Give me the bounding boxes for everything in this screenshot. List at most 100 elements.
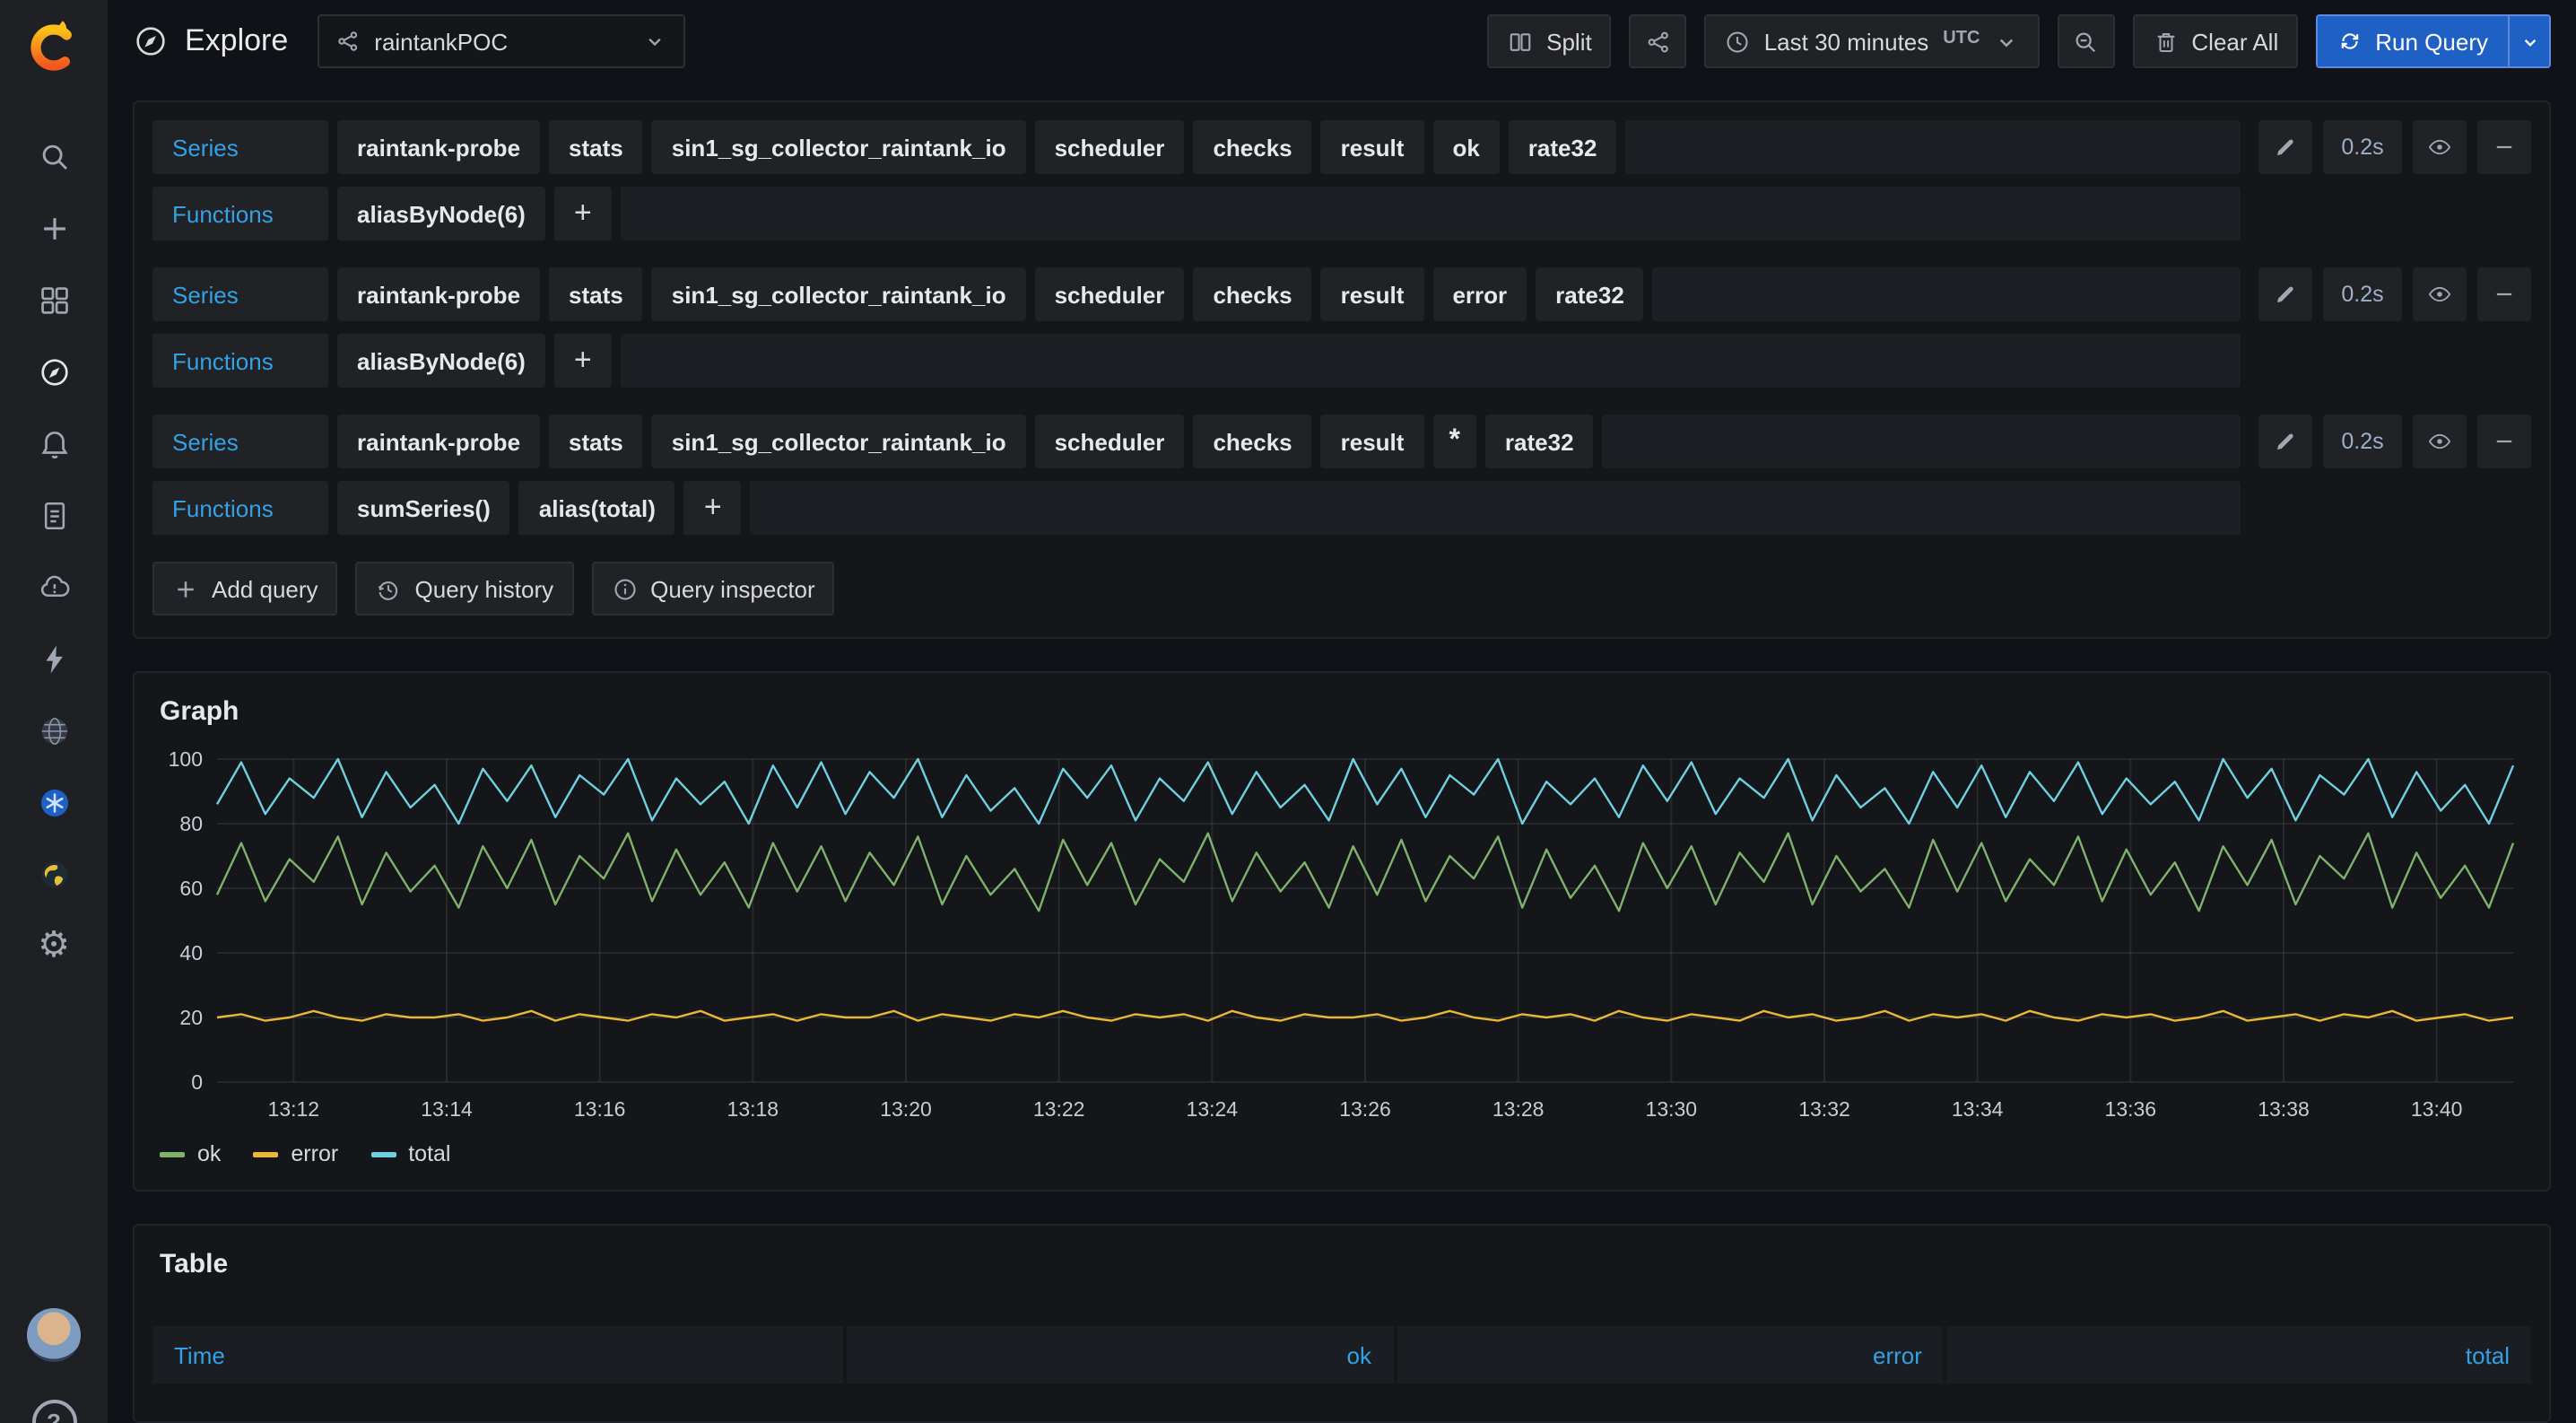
segment-filler[interactable] <box>621 187 2241 240</box>
segment[interactable]: sumSeries() <box>337 481 510 535</box>
sidebar-item-dashboards[interactable] <box>14 264 93 336</box>
segment[interactable]: sin1_sg_collector_raintank_io <box>652 415 1026 468</box>
segment[interactable]: ok <box>1432 120 1499 174</box>
segment-filler[interactable] <box>1625 120 2241 174</box>
sidebar-item-docs[interactable] <box>14 479 93 551</box>
legend-item-error[interactable]: error <box>253 1141 338 1166</box>
sidebar-item-create[interactable] <box>14 192 93 264</box>
run-query-dropdown[interactable] <box>2508 16 2549 66</box>
segment[interactable]: alias(total) <box>519 481 675 535</box>
series-label-button[interactable]: Series <box>152 267 328 321</box>
series-label-button[interactable]: Series <box>152 120 328 174</box>
query-history-button[interactable]: Query history <box>356 562 574 615</box>
run-query-button[interactable]: Run Query <box>2318 16 2508 66</box>
add-function-button[interactable]: + <box>554 334 612 388</box>
clear-all-button[interactable]: Clear All <box>2132 14 2298 68</box>
segment[interactable]: sin1_sg_collector_raintank_io <box>652 120 1026 174</box>
y-axis-label: 40 <box>179 941 203 965</box>
zoom-out-button[interactable] <box>2057 14 2114 68</box>
sidebar-item-worldping[interactable] <box>14 838 93 910</box>
sidebar-item-cloud[interactable] <box>14 551 93 623</box>
plus-icon <box>172 575 199 602</box>
segment[interactable]: stats <box>549 267 643 321</box>
remove-query-button[interactable] <box>2477 120 2531 174</box>
segment[interactable]: result <box>1321 415 1424 468</box>
segment[interactable]: error <box>1432 267 1527 321</box>
table-header-total[interactable]: total <box>1947 1326 2531 1384</box>
query-inspector-button[interactable]: Query inspector <box>591 562 835 615</box>
eye-icon <box>2427 135 2452 160</box>
query-history-label: Query history <box>415 575 554 602</box>
segment[interactable]: raintank-probe <box>337 415 540 468</box>
sidebar-item-alerting[interactable] <box>14 407 93 479</box>
segment[interactable]: rate32 <box>1485 415 1594 468</box>
segment[interactable]: raintank-probe <box>337 120 540 174</box>
segment[interactable]: sin1_sg_collector_raintank_io <box>652 267 1026 321</box>
segment[interactable]: checks <box>1193 120 1311 174</box>
sidebar-item-profile[interactable] <box>14 1299 93 1371</box>
legend-item-ok[interactable]: ok <box>160 1141 221 1166</box>
legend-label: ok <box>197 1141 221 1166</box>
remove-query-button[interactable] <box>2477 415 2531 468</box>
add-function-button[interactable]: + <box>554 187 612 240</box>
minus-icon <box>2492 135 2517 160</box>
segment[interactable]: scheduler <box>1035 120 1185 174</box>
x-axis-label: 13:28 <box>1493 1097 1545 1121</box>
graph-panel-title: Graph <box>152 687 2531 745</box>
table-header-error[interactable]: error <box>1397 1326 1944 1384</box>
split-button[interactable]: Split <box>1487 14 1612 68</box>
segment[interactable]: scheduler <box>1035 415 1185 468</box>
segment[interactable]: stats <box>549 120 643 174</box>
functions-label-button[interactable]: Functions <box>152 334 328 388</box>
sidebar-item-settings[interactable]: ⚙ <box>14 910 93 982</box>
sidebar-bottom: ? <box>0 1299 108 1423</box>
segment[interactable]: checks <box>1193 267 1311 321</box>
toggle-query-visibility-button[interactable] <box>2413 267 2467 321</box>
legend-item-total[interactable]: total <box>370 1141 450 1166</box>
eye-icon <box>2427 282 2452 307</box>
sidebar-item-lightning[interactable] <box>14 623 93 694</box>
add-function-button[interactable]: + <box>684 481 742 535</box>
graph-panel: Graph 02040608010013:1213:1413:1613:1813… <box>133 671 2551 1192</box>
share-button[interactable] <box>1630 14 1687 68</box>
sidebar-item-search[interactable] <box>14 120 93 192</box>
edit-query-button[interactable] <box>2258 415 2312 468</box>
sidebar-item-plugin-globe[interactable] <box>14 694 93 766</box>
datasource-picker[interactable]: raintankPOC <box>317 14 684 68</box>
segment[interactable]: aliasByNode(6) <box>337 334 545 388</box>
functions-label-button[interactable]: Functions <box>152 481 328 535</box>
gear-icon: ⚙ <box>38 928 70 964</box>
x-axis-label: 13:36 <box>2105 1097 2157 1121</box>
segment[interactable]: rate32 <box>1536 267 1644 321</box>
sidebar-item-plugin-app[interactable] <box>14 766 93 838</box>
toggle-query-visibility-button[interactable] <box>2413 120 2467 174</box>
segment[interactable]: result <box>1321 120 1424 174</box>
segment-filler[interactable] <box>751 481 2241 535</box>
add-query-button[interactable]: Add query <box>152 562 338 615</box>
series-label-button[interactable]: Series <box>152 415 328 468</box>
segment[interactable]: scheduler <box>1035 267 1185 321</box>
remove-query-button[interactable] <box>2477 267 2531 321</box>
segment-filler[interactable] <box>621 334 2241 388</box>
segment-filler[interactable] <box>1603 415 2241 468</box>
grafana-logo[interactable] <box>25 16 83 74</box>
segment-filler[interactable] <box>1653 267 2241 321</box>
edit-query-button[interactable] <box>2258 267 2312 321</box>
segment[interactable]: * <box>1432 415 1475 468</box>
table-header-time[interactable]: Time <box>152 1326 842 1384</box>
edit-query-button[interactable] <box>2258 120 2312 174</box>
segment[interactable]: raintank-probe <box>337 267 540 321</box>
help-icon[interactable]: ? <box>31 1400 76 1423</box>
segment[interactable]: rate32 <box>1509 120 1617 174</box>
segment[interactable]: result <box>1321 267 1424 321</box>
time-picker[interactable]: Last 30 minutes UTC <box>1705 14 2040 68</box>
functions-label-button[interactable]: Functions <box>152 187 328 240</box>
segment[interactable]: stats <box>549 415 643 468</box>
sidebar-item-explore[interactable] <box>14 336 93 407</box>
time-series-chart[interactable]: 02040608010013:1213:1413:1613:1813:2013:… <box>152 745 2531 1129</box>
graph-canvas[interactable]: 02040608010013:1213:1413:1613:1813:2013:… <box>152 745 2531 1129</box>
segment[interactable]: checks <box>1193 415 1311 468</box>
toggle-query-visibility-button[interactable] <box>2413 415 2467 468</box>
table-header-ok[interactable]: ok <box>846 1326 1393 1384</box>
segment[interactable]: aliasByNode(6) <box>337 187 545 240</box>
